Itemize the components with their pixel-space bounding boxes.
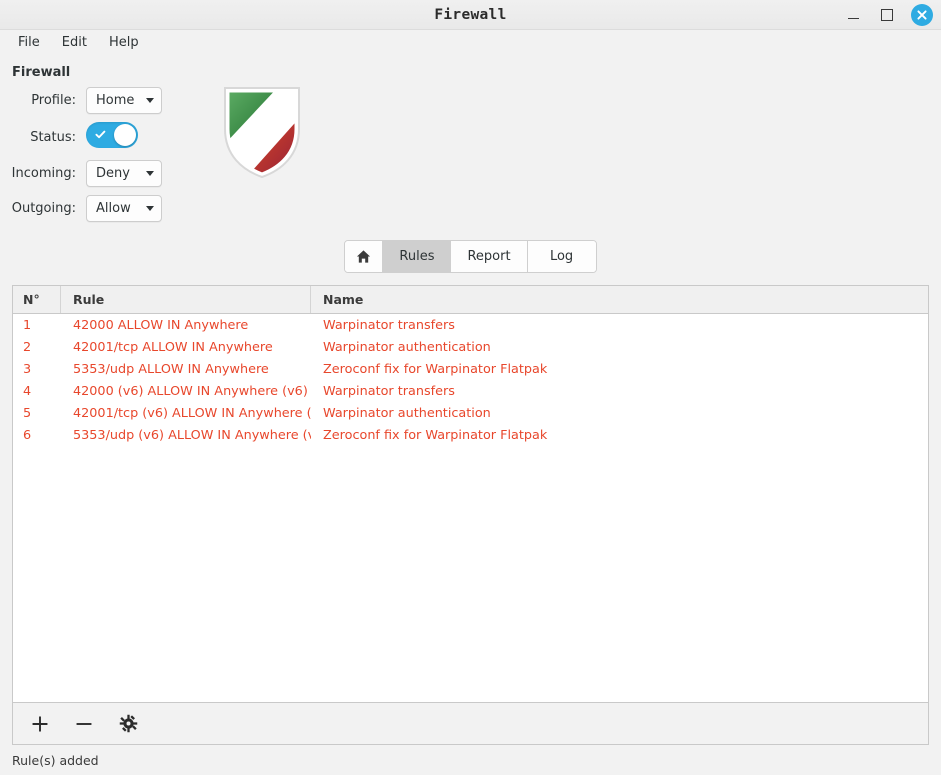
panel-title: Firewall	[12, 65, 71, 80]
add-rule-button[interactable]	[27, 711, 53, 737]
rules-toolbar	[12, 703, 929, 745]
remove-rule-button[interactable]	[71, 711, 97, 737]
chevron-down-icon	[146, 98, 154, 103]
status-label: Status:	[30, 129, 76, 145]
rules-table: N° Rule Name 1 42000 ALLOW IN Anywhere W…	[12, 285, 929, 703]
firewall-settings-panel: Firewall Profile: Home Status: Incoming:…	[0, 55, 941, 228]
cell-number: 6	[23, 427, 32, 443]
cell-name: Warpinator transfers	[323, 383, 455, 399]
outgoing-label: Outgoing:	[11, 201, 76, 216]
close-icon[interactable]	[911, 4, 933, 26]
cell-name: Zeroconf fix for Warpinator Flatpak	[323, 361, 548, 377]
cell-rule: 42001/tcp (v6) ALLOW IN Anywhere (v6)	[73, 405, 311, 421]
cell-name: Warpinator authentication	[323, 405, 491, 421]
table-row[interactable]: 6 5353/udp (v6) ALLOW IN Anywhere (v6) Z…	[13, 424, 928, 446]
column-header-name[interactable]: Name	[311, 286, 928, 313]
cell-rule: 5353/udp (v6) ALLOW IN Anywhere (v6)	[73, 427, 311, 443]
rule-settings-button[interactable]	[115, 711, 141, 737]
status-bar: Rule(s) added	[0, 745, 941, 775]
cell-number: 5	[23, 405, 32, 421]
cell-number: 3	[23, 361, 32, 377]
profile-value: Home	[96, 93, 135, 108]
title-bar: Firewall	[0, 0, 941, 30]
tab-bar: Rules Report Log	[0, 240, 941, 273]
menu-item-edit[interactable]: Edit	[54, 33, 95, 52]
table-row[interactable]: 1 42000 ALLOW IN Anywhere Warpinator tra…	[13, 314, 928, 336]
tab-home[interactable]	[345, 241, 384, 272]
table-row[interactable]: 3 5353/udp ALLOW IN Anywhere Zeroconf fi…	[13, 358, 928, 380]
profile-dropdown[interactable]: Home	[86, 87, 162, 114]
cell-rule: 5353/udp ALLOW IN Anywhere	[73, 361, 269, 377]
table-row[interactable]: 4 42000 (v6) ALLOW IN Anywhere (v6) Warp…	[13, 380, 928, 402]
plus-icon	[32, 716, 48, 731]
incoming-dropdown[interactable]: Deny	[86, 160, 162, 187]
cell-name: Zeroconf fix for Warpinator Flatpak	[323, 427, 548, 443]
status-toggle[interactable]	[86, 122, 138, 148]
outgoing-dropdown[interactable]: Allow	[86, 195, 162, 222]
minimize-icon[interactable]	[843, 5, 863, 25]
column-header-number[interactable]: N°	[13, 286, 61, 313]
cell-rule: 42001/tcp ALLOW IN Anywhere	[73, 339, 273, 355]
table-row[interactable]: 2 42001/tcp ALLOW IN Anywhere Warpinator…	[13, 336, 928, 358]
incoming-value: Deny	[96, 166, 130, 181]
minus-icon	[76, 722, 92, 725]
home-icon	[357, 250, 371, 263]
status-message: Rule(s) added	[12, 752, 99, 768]
incoming-label: Incoming:	[11, 166, 76, 181]
cell-name: Warpinator authentication	[323, 339, 491, 355]
cell-number: 4	[23, 383, 32, 399]
gear-icon	[119, 714, 137, 733]
outgoing-value: Allow	[96, 201, 131, 216]
column-header-rule[interactable]: Rule	[61, 286, 311, 313]
window-title: Firewall	[434, 6, 507, 23]
window-controls	[843, 0, 933, 30]
tab-report[interactable]: Report	[451, 241, 528, 272]
maximize-icon[interactable]	[877, 5, 897, 25]
chevron-down-icon	[146, 206, 154, 211]
cell-name: Warpinator transfers	[323, 317, 455, 333]
tab-rules[interactable]: Rules	[383, 241, 452, 272]
table-body: 1 42000 ALLOW IN Anywhere Warpinator tra…	[13, 314, 928, 702]
table-row[interactable]: 5 42001/tcp (v6) ALLOW IN Anywhere (v6) …	[13, 402, 928, 424]
toggle-knob	[114, 124, 136, 146]
shield-icon	[222, 85, 302, 180]
cell-number: 2	[23, 339, 32, 355]
cell-number: 1	[23, 317, 32, 333]
table-header: N° Rule Name	[13, 286, 928, 314]
menu-item-help[interactable]: Help	[101, 33, 147, 52]
chevron-down-icon	[146, 171, 154, 176]
menu-item-file[interactable]: File	[10, 33, 48, 52]
tab-log[interactable]: Log	[527, 241, 596, 272]
cell-rule: 42000 ALLOW IN Anywhere	[73, 317, 249, 333]
profile-label: Profile:	[31, 93, 76, 108]
cell-rule: 42000 (v6) ALLOW IN Anywhere (v6)	[73, 383, 308, 399]
menu-bar: File Edit Help	[0, 30, 941, 55]
settings-form: Profile: Home Status: Incoming: Deny Out…	[0, 87, 941, 222]
check-icon	[95, 130, 106, 139]
